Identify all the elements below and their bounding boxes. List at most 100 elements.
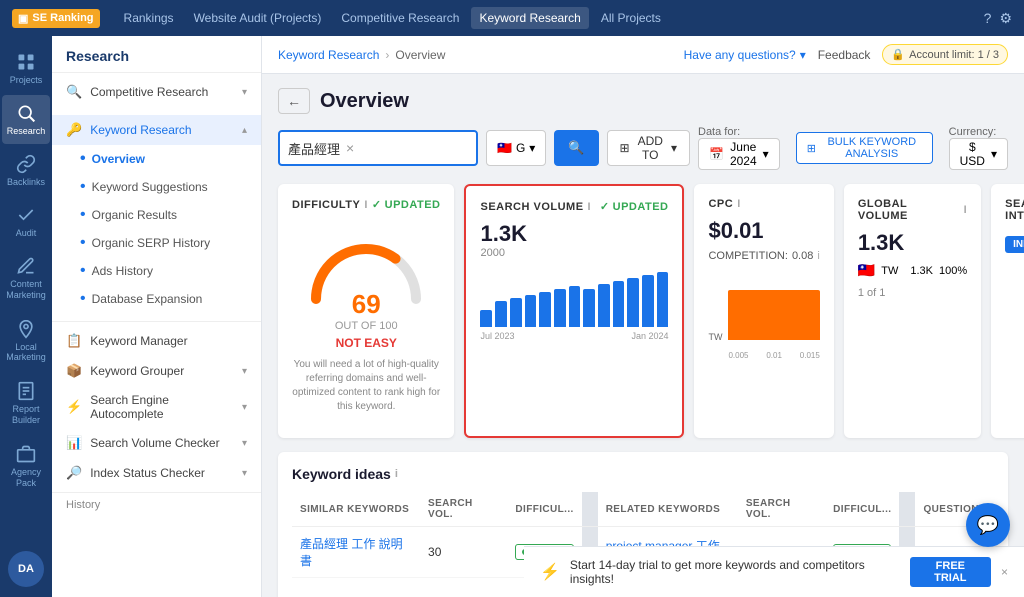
feedback-btn[interactable]: Feedback bbox=[818, 48, 871, 62]
icon-label-report: Report Builder bbox=[6, 404, 46, 426]
sidebar-item-keyword-research[interactable]: 🔑 Keyword Research ▴ bbox=[52, 115, 261, 145]
avatar-initials: DA bbox=[18, 563, 34, 575]
gauge-desc: You will need a lot of high-quality refe… bbox=[292, 358, 440, 414]
page-title: Overview bbox=[320, 90, 409, 113]
pagination: 1 of 1 bbox=[858, 287, 967, 299]
empty-similar bbox=[292, 578, 420, 597]
nav-website-audit[interactable]: Website Audit (Projects) bbox=[186, 7, 330, 29]
chevron-icon-2: ▾ bbox=[242, 366, 247, 377]
empty-vol bbox=[420, 578, 507, 597]
add-to-button[interactable]: ⊞ ADD TO ▾ bbox=[607, 130, 690, 166]
banner-close-icon[interactable]: × bbox=[1001, 565, 1008, 579]
sidebar-item-autocomplete[interactable]: ⚡ Search Engine Autocomplete ▾ bbox=[52, 386, 261, 428]
index-icon: 🔎 bbox=[66, 465, 82, 481]
competition-info-icon[interactable]: i bbox=[817, 250, 819, 262]
global-value: 1.3K bbox=[858, 230, 967, 256]
tw-flag: 🇹🇼 bbox=[858, 262, 875, 279]
help-icon[interactable]: ? bbox=[984, 10, 992, 26]
similar-kw-link[interactable]: 產品經理 工作 說明書 bbox=[300, 537, 403, 568]
sidebar-panel: Research 🔍 Competitive Research ▾ 🔑 Keyw… bbox=[52, 36, 262, 597]
search-vol-max: 2000 bbox=[480, 247, 668, 259]
volume-icon: 📊 bbox=[66, 435, 82, 451]
chat-icon: 💬 bbox=[977, 515, 999, 536]
sidebar-icon-content[interactable]: Content Marketing bbox=[2, 248, 50, 309]
cpc-country: TW bbox=[708, 332, 722, 342]
breadcrumb: Keyword Research › Overview Have any que… bbox=[262, 36, 1024, 74]
sidebar-item-kw-grouper[interactable]: 📦 Keyword Grouper ▾ bbox=[52, 356, 261, 386]
sidebar-item-volume-checker[interactable]: 📊 Search Volume Checker ▾ bbox=[52, 428, 261, 458]
engine-label: G bbox=[516, 141, 525, 155]
sidebar-icon-report[interactable]: Report Builder bbox=[2, 373, 50, 434]
chat-button[interactable]: 💬 bbox=[966, 503, 1010, 547]
sidebar-icon-local[interactable]: Local Marketing bbox=[2, 311, 50, 372]
bar bbox=[480, 310, 492, 327]
volume-chart bbox=[480, 267, 668, 327]
sidebar-item-index-checker[interactable]: 🔎 Index Status Checker ▾ bbox=[52, 458, 261, 488]
sidebar-item-kw-manager[interactable]: 📋 Keyword Manager bbox=[52, 326, 261, 356]
sidebar-sub-db-expansion[interactable]: Database Expansion bbox=[80, 285, 261, 313]
search-vol-header: SEARCH VOL. bbox=[420, 492, 507, 527]
global-vol-label: GLOBAL VOLUME i bbox=[858, 198, 967, 222]
difficulty-card: DIFFICULTY i ✓ Updated 69 OUT OF 100 NOT… bbox=[278, 184, 454, 438]
search-container: 產品經理 × bbox=[278, 130, 478, 166]
sidebar-icon-projects[interactable]: Projects bbox=[2, 44, 50, 93]
date-selector[interactable]: 📅 June 2024 ▾ bbox=[698, 138, 780, 170]
search-engine-btn[interactable]: 🇹🇼 G ▾ bbox=[486, 130, 546, 166]
cpc-card: CPC i $0.01 COMPETITION: 0.08 i TW 0.005… bbox=[694, 184, 833, 438]
difficulty-info-icon[interactable]: i bbox=[364, 199, 368, 211]
sidebar-keyword-research: 🔑 Keyword Research ▴ Overview Keyword Su… bbox=[52, 111, 261, 317]
sidebar-icon-backlinks[interactable]: Backlinks bbox=[2, 146, 50, 195]
related-difficulty-header: DIFFICUL... bbox=[825, 492, 899, 527]
nav-rankings[interactable]: Rankings bbox=[116, 7, 182, 29]
chevron-icon-5: ▾ bbox=[242, 468, 247, 479]
competitive-label: Competitive Research bbox=[90, 85, 208, 99]
sidebar-sub-organic[interactable]: Organic Results bbox=[80, 201, 261, 229]
bulk-analysis-btn[interactable]: ⊞ BULK KEYWORD ANALYSIS bbox=[796, 132, 933, 164]
sidebar-icon-audit[interactable]: Audit bbox=[2, 197, 50, 246]
bar bbox=[539, 292, 551, 327]
kw-ideas-info-icon[interactable]: i bbox=[395, 468, 398, 480]
avatar[interactable]: DA bbox=[8, 551, 44, 587]
sidebar-icon-agency[interactable]: Agency Pack bbox=[2, 436, 50, 497]
sidebar-sub-serp-history[interactable]: Organic SERP History bbox=[80, 229, 261, 257]
cpc-label: CPC i bbox=[708, 198, 819, 210]
nav-competitive-research[interactable]: Competitive Research bbox=[333, 7, 467, 29]
sidebar-title: Research bbox=[52, 36, 261, 73]
have-questions-btn[interactable]: Have any questions? ▾ bbox=[684, 48, 806, 62]
nav-all-projects[interactable]: All Projects bbox=[593, 7, 669, 29]
settings-icon[interactable]: ⚙ bbox=[999, 10, 1012, 27]
chevron-down-icon: ▾ bbox=[800, 48, 806, 62]
icon-label-backlinks: Backlinks bbox=[7, 177, 45, 187]
tw-percent: 100% bbox=[939, 265, 967, 277]
icon-label-local: Local Marketing bbox=[6, 342, 46, 364]
search-vol-info-icon[interactable]: i bbox=[588, 201, 592, 213]
free-trial-button[interactable]: FREE TRIAL bbox=[910, 557, 991, 587]
icon-label-research: Research bbox=[7, 126, 46, 136]
calendar-icon: 📅 bbox=[709, 147, 724, 161]
breadcrumb-parent[interactable]: Keyword Research bbox=[278, 48, 379, 62]
sidebar-sub-ads-history[interactable]: Ads History bbox=[80, 257, 261, 285]
nav-keyword-research[interactable]: Keyword Research bbox=[471, 7, 588, 29]
breadcrumb-actions: Have any questions? ▾ Feedback 🔒 Account… bbox=[684, 44, 1008, 65]
divider bbox=[52, 321, 261, 322]
global-info-icon[interactable]: i bbox=[964, 204, 968, 216]
search-clear-icon[interactable]: × bbox=[346, 140, 354, 156]
sidebar-sub-overview[interactable]: Overview bbox=[80, 145, 261, 173]
sidebar-sub-suggestions[interactable]: Keyword Suggestions bbox=[80, 173, 261, 201]
search-vol-updated: ✓ Updated bbox=[600, 200, 669, 213]
search-button[interactable]: 🔍 bbox=[554, 130, 598, 166]
bar bbox=[642, 275, 654, 327]
search-intent-label: SEARCH INTENT i bbox=[1005, 198, 1024, 222]
history-label: History bbox=[66, 499, 100, 511]
back-button[interactable]: ← bbox=[278, 88, 310, 114]
sidebar-icon-research[interactable]: Research bbox=[2, 95, 50, 144]
icon-label-content: Content Marketing bbox=[6, 279, 46, 301]
cpc-info-icon[interactable]: i bbox=[737, 198, 741, 210]
related-kw-header: RELATED KEYWORDS bbox=[598, 492, 738, 527]
bar bbox=[627, 278, 639, 327]
sidebar-item-competitive[interactable]: 🔍 Competitive Research ▾ bbox=[52, 77, 261, 107]
chevron-icon: ▾ bbox=[242, 87, 247, 98]
sidebar-competitive: 🔍 Competitive Research ▾ bbox=[52, 73, 261, 111]
col-divider-2 bbox=[899, 492, 915, 527]
currency-selector[interactable]: $ USD ▾ bbox=[949, 138, 1008, 170]
